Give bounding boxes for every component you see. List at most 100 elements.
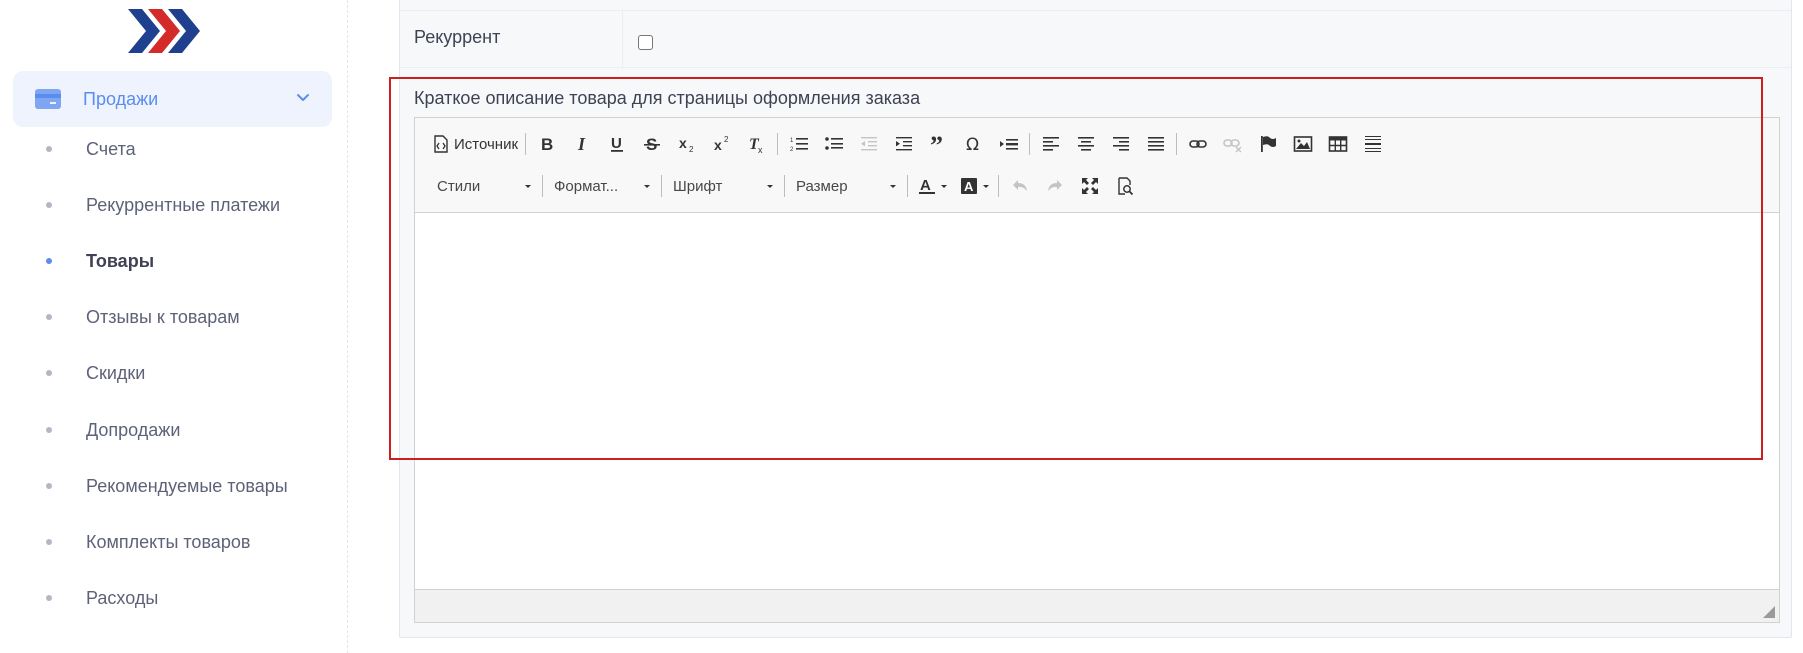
toolbar-separator [661,175,662,197]
svg-text:A: A [920,177,931,194]
link-button[interactable] [1180,130,1215,158]
justify-icon [1147,137,1164,151]
bulleted-list-button[interactable] [816,130,851,158]
sidebar: Продажи Счета Рекуррентные платежи Товар… [0,0,348,653]
align-left-icon [1042,137,1059,151]
align-center-button[interactable] [1068,130,1103,158]
company-logo[interactable] [128,6,208,56]
numbered-list-button[interactable]: 12 [781,130,816,158]
sidebar-item-label: Рекуррентные платежи [86,194,281,215]
dropdown-arrow-icon [890,184,896,188]
styles-dropdown-label: Стили [437,177,481,195]
table-button[interactable] [1320,130,1355,158]
size-dropdown[interactable]: Размер [788,172,904,200]
maximize-icon [1081,178,1098,194]
editor-content-area[interactable] [415,214,1779,590]
styles-dropdown[interactable]: Стили [429,172,539,200]
font-dropdown-label: Шрифт [673,177,723,195]
indent-button[interactable] [886,130,921,158]
resize-handle-icon[interactable] [1763,606,1775,618]
svg-text:x: x [679,135,687,151]
rich-text-editor: Источник B I U S x2 x2 Tx 1 2 ” Ω Стили … [414,117,1780,623]
svg-text:2: 2 [790,147,794,153]
undo-button[interactable] [1002,172,1037,200]
horizontal-rule-button[interactable] [1355,130,1390,158]
align-left-button[interactable] [1033,130,1068,158]
recurrent-row: Рекуррент [400,10,1791,69]
dropdown-arrow-icon [941,184,947,188]
background-color-button[interactable]: A [953,172,995,200]
bullet-icon [46,427,52,433]
dropdown-arrow-icon [525,184,531,188]
sidebar-item-recommended-products[interactable]: Рекомендуемые товары [0,466,348,506]
insert-paragraph-button[interactable] [991,130,1026,158]
sidebar-item-invoices[interactable]: Счета [0,129,348,169]
sidebar-item-recurring-payments[interactable]: Рекуррентные платежи [0,185,348,225]
sidebar-item-discounts[interactable]: Скидки [0,353,348,393]
dropdown-arrow-icon [767,184,773,188]
image-button[interactable] [1285,130,1320,158]
superscript-button[interactable]: x2 [704,130,739,158]
outdent-button[interactable] [851,130,886,158]
omega-icon: Ω [966,135,979,154]
maximize-button[interactable] [1072,172,1107,200]
sidebar-item-product-reviews[interactable]: Отзывы к товарам [0,297,348,337]
unlink-button[interactable] [1215,130,1250,158]
svg-text:U: U [611,135,622,152]
italic-button[interactable]: I [564,130,599,158]
svg-text:1: 1 [790,138,794,144]
special-character-button[interactable]: Ω [956,130,991,158]
toolbar-row-2: Стили Формат... Шрифт Размер A A [429,170,1142,202]
justify-button[interactable] [1138,130,1173,158]
toolbar-separator [525,133,527,155]
subscript-icon: x2 [679,135,694,154]
sidebar-item-upsells[interactable]: Допродажи [0,410,348,450]
sidebar-item-expenses[interactable]: Расходы [0,578,348,618]
align-right-icon [1112,137,1129,151]
bullet-icon [46,258,52,264]
svg-text:”: ” [930,134,943,154]
italic-icon: I [577,134,586,154]
underline-button[interactable]: U [599,130,634,158]
strikethrough-icon: S [643,135,660,154]
redo-button[interactable] [1037,172,1072,200]
strikethrough-button[interactable]: S [634,130,669,158]
subscript-button[interactable]: x2 [669,130,704,158]
sidebar-item-sales-label: Продажи [83,88,159,109]
svg-text:x: x [758,145,763,154]
toolbar-separator [1029,133,1031,155]
svg-text:2: 2 [689,145,694,154]
align-right-button[interactable] [1103,130,1138,158]
dropdown-arrow-icon [644,184,650,188]
recurrent-checkbox[interactable] [638,35,653,50]
unlink-icon [1222,139,1242,153]
preview-button[interactable] [1107,172,1142,200]
remove-format-button[interactable]: Tx [739,130,774,158]
sidebar-item-sales[interactable]: Продажи [13,71,332,127]
toolbar-separator [998,175,999,197]
bullet-icon [46,202,52,208]
text-color-button[interactable]: A [911,172,953,200]
editor-status-bar [415,589,1779,622]
superscript-icon: x2 [714,135,729,153]
anchor-button[interactable] [1250,130,1285,158]
bullet-icon [46,483,52,489]
format-dropdown[interactable]: Формат... [546,172,658,200]
credit-card-icon [35,89,61,109]
bold-button[interactable]: B [529,130,564,158]
chevron-down-icon[interactable] [294,89,312,107]
horizontal-rule-icon [1364,136,1381,152]
sidebar-item-label: Расходы [86,587,159,608]
source-button[interactable]: Источник [429,130,522,158]
sidebar-item-product-bundles[interactable]: Комплекты товаров [0,522,348,562]
numbered-list-icon: 12 [790,138,808,153]
bullet-icon [46,539,52,545]
font-dropdown[interactable]: Шрифт [665,172,781,200]
short-description-label: Краткое описание товара для страницы офо… [414,88,921,108]
sidebar-item-products[interactable]: Товары [0,241,348,281]
source-icon [434,135,448,153]
toolbar-separator [784,175,785,197]
link-icon [1188,140,1207,148]
blockquote-button[interactable]: ” [921,130,956,158]
image-icon [1293,136,1312,152]
